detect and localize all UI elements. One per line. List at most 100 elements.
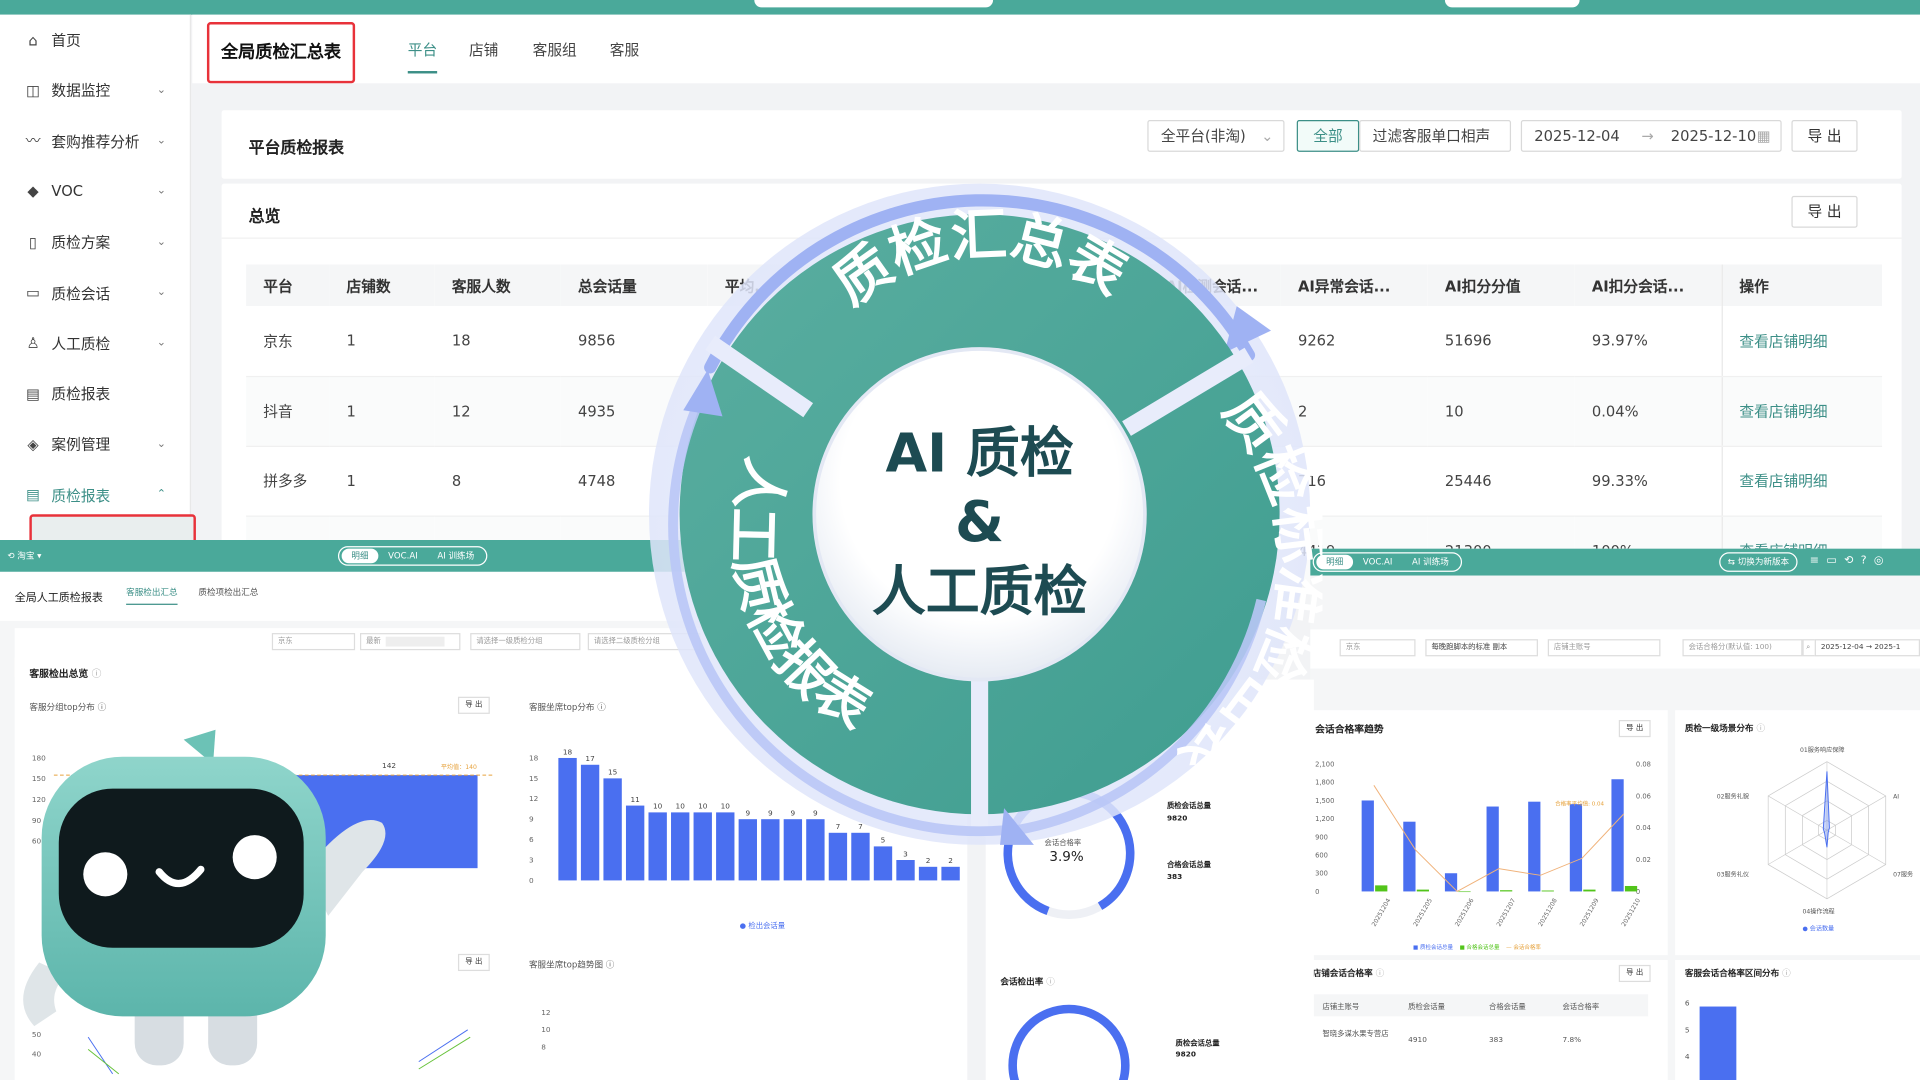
date-end: 2025-1	[1874, 642, 1901, 652]
top-bar	[0, 0, 1920, 15]
platform-select-value: 全平台(非淘)	[1160, 127, 1246, 145]
robot-eye-right	[232, 835, 277, 880]
overview-export-button[interactable]: 导 出	[1791, 195, 1858, 228]
column-header[interactable]: 平台	[246, 264, 330, 307]
sidebar-item-4[interactable]: ▯ 质检方案 ⌄	[0, 217, 191, 267]
sidebar-item-label: 套购推荐分析	[51, 132, 140, 151]
chart-bar	[1486, 806, 1499, 892]
right-shop-select[interactable]: 京东	[1339, 639, 1416, 657]
table-cell: 10	[1427, 375, 1575, 447]
y-tick: 15	[529, 774, 539, 783]
sidebar-item-6[interactable]: ♙ 人工质检 ⌄	[0, 318, 191, 368]
cycle-diagram: 质检汇总表 质检标准检出表 人工质检报表 AI 质检 & 人工质检	[648, 183, 1322, 845]
chart-bar	[558, 757, 577, 881]
top-search-pill[interactable]	[754, 0, 994, 8]
chart-bar	[580, 764, 600, 881]
trend-export-button[interactable]: 导 出	[1618, 720, 1651, 738]
info-icon: ⓘ	[1375, 968, 1385, 979]
x-tick: 20251205	[1412, 897, 1434, 928]
tab-service[interactable]: 客服	[610, 39, 639, 60]
sidebar-item-0[interactable]: ⌂ 首页	[0, 15, 191, 65]
view-shop-detail-link[interactable]: 查看店铺明细	[1721, 375, 1883, 447]
rate-average-label: 合格率平均值: 0.04	[1555, 800, 1604, 808]
column-header[interactable]: 操作	[1721, 264, 1883, 307]
column-header[interactable]: AI扣分分值	[1427, 264, 1575, 307]
account-input[interactable]: 店铺主账号	[1547, 639, 1661, 657]
tabs-bar: 全局质检汇总表 平台 店铺 客服组 客服	[192, 14, 1920, 84]
left-mode-switch[interactable]: 明细 VOC.AI AI 训练场	[337, 546, 488, 566]
seg-ai-training[interactable]: AI 训练场	[1402, 555, 1458, 570]
info-icon: ⓘ	[1046, 977, 1055, 987]
column-header[interactable]: AI扣分会话...	[1574, 264, 1722, 307]
y-tick: 300	[1315, 870, 1328, 878]
table-cell: 51696	[1427, 306, 1575, 377]
radar-label: 07服务	[1893, 871, 1913, 879]
shop-rate-title-text: 店铺会话合格率	[1312, 968, 1373, 979]
platform-select[interactable]: 全平台(非淘) ⌄	[1147, 120, 1285, 152]
view-shop-detail-link[interactable]: 查看店铺明细	[1721, 445, 1883, 517]
right-mode-switch[interactable]: 明细 VOC.AI AI 训练场	[1312, 552, 1463, 572]
tab-service-group[interactable]: 客服组	[533, 39, 577, 60]
document-icon: ▯	[29, 233, 38, 251]
switch-version-button[interactable]: ⇆ 切换为新版本	[1719, 552, 1798, 572]
radar-label: 01服务响应保障	[1800, 746, 1844, 754]
toolbar-icons[interactable]: ≡▭⟲?◎	[1810, 555, 1891, 567]
view-shop-detail-link[interactable]: 查看店铺明细	[1721, 306, 1883, 377]
column-header[interactable]: 客服人数	[434, 264, 561, 307]
script-select[interactable]: 每晚跑脚本的标准 副本	[1425, 639, 1538, 657]
chart1-export-button[interactable]: 导 出	[457, 696, 490, 714]
radar-label: 03服务礼仪	[1717, 871, 1749, 879]
export-button[interactable]: 导 出	[1791, 120, 1858, 152]
filter-monologue-button[interactable]: 过滤客服单口相声	[1359, 120, 1512, 152]
seg-detail[interactable]: 明细	[341, 548, 379, 564]
sidebar-item-2[interactable]: 〰套购推荐分析 ⌄	[0, 116, 191, 166]
chart3-export-button[interactable]: 导 出	[457, 953, 490, 972]
sidebar-item-3[interactable]: ◆ VOC ⌄	[0, 166, 191, 216]
date-range-picker[interactable]: 2025-12-04 → 2025-12-10 ▦	[1520, 120, 1782, 152]
detect-gauge-arc	[1008, 1004, 1130, 1080]
top-user-pill[interactable]	[1444, 0, 1580, 8]
x-tick: 20251207	[1496, 897, 1518, 928]
sidebar-item-7[interactable]: ▤ 质检报表	[0, 369, 191, 419]
chart-bar	[1403, 821, 1416, 892]
th-rate: 会话合格率	[1562, 1002, 1600, 1012]
report-icon: ▤	[26, 486, 41, 504]
chart1-title: 客服分组top分布 ⓘ	[29, 702, 106, 714]
refresh-icon: ⟲	[7, 551, 15, 561]
shop-rate-export-button[interactable]: 导 出	[1618, 964, 1651, 983]
y-tick: 4	[1684, 1053, 1690, 1062]
chevron-down-icon: ⌄	[1261, 127, 1274, 145]
score-input[interactable]: 会话合格分(默认值: 100)	[1682, 639, 1803, 657]
radar-label: 02服务礼貌	[1717, 792, 1749, 800]
column-header[interactable]: 店铺数	[329, 264, 435, 307]
monitor-chart-icon: ◫	[26, 81, 41, 99]
seg-voc[interactable]: VOC.AI	[378, 549, 427, 564]
sidebar-item-label: VOC	[51, 182, 84, 201]
robot-eye-left	[83, 852, 128, 897]
x-tick: 20251206	[1454, 897, 1476, 928]
th-account: 店铺主账号	[1322, 1002, 1360, 1012]
center-title-line2: &	[955, 490, 1004, 555]
left-shop-select[interactable]: 京东	[271, 633, 356, 651]
right-date-range[interactable]: 2025-12-04 → 2025-1	[1814, 639, 1920, 657]
tab-agent-detection[interactable]: 客服检出汇总	[126, 587, 178, 605]
seg-ai-training[interactable]: AI 训练场	[428, 549, 484, 564]
sidebar-item-1[interactable]: ◫ 数据监控 ⌄	[0, 65, 191, 115]
sidebar-item-5[interactable]: ▭ 质检会话 ⌄	[0, 268, 191, 318]
chart-bar	[1444, 873, 1458, 892]
tab-platform[interactable]: 平台	[407, 39, 438, 74]
tab-item-detection[interactable]: 质检项检出汇总	[198, 587, 258, 599]
table-cell: 99.33%	[1574, 445, 1722, 517]
all-button[interactable]: 全部	[1296, 120, 1360, 152]
y-tick: 9	[529, 815, 534, 824]
y-tick: 0	[529, 876, 534, 885]
sidebar-item-9[interactable]: ▤ 质检报表 ⌃	[0, 470, 191, 520]
right-screenshot-panel: 明细 VOC.AI AI 训练场 ⇆ 切换为新版本 ≡▭⟲?◎ 京东 每晚跑脚本…	[1310, 548, 1920, 1080]
shop-switch[interactable]: ⟲ 淘宝 ▾	[7, 550, 41, 562]
group1-select[interactable]: 请选择一级质检分组	[470, 633, 581, 651]
average-label: 平均值：140	[441, 763, 477, 771]
sidebar-item-8[interactable]: ◈ 案例管理 ⌄	[0, 419, 191, 469]
tab-shop[interactable]: 店铺	[469, 39, 498, 60]
left-version-select[interactable]: 最新	[360, 633, 461, 651]
seg-voc[interactable]: VOC.AI	[1353, 555, 1402, 570]
